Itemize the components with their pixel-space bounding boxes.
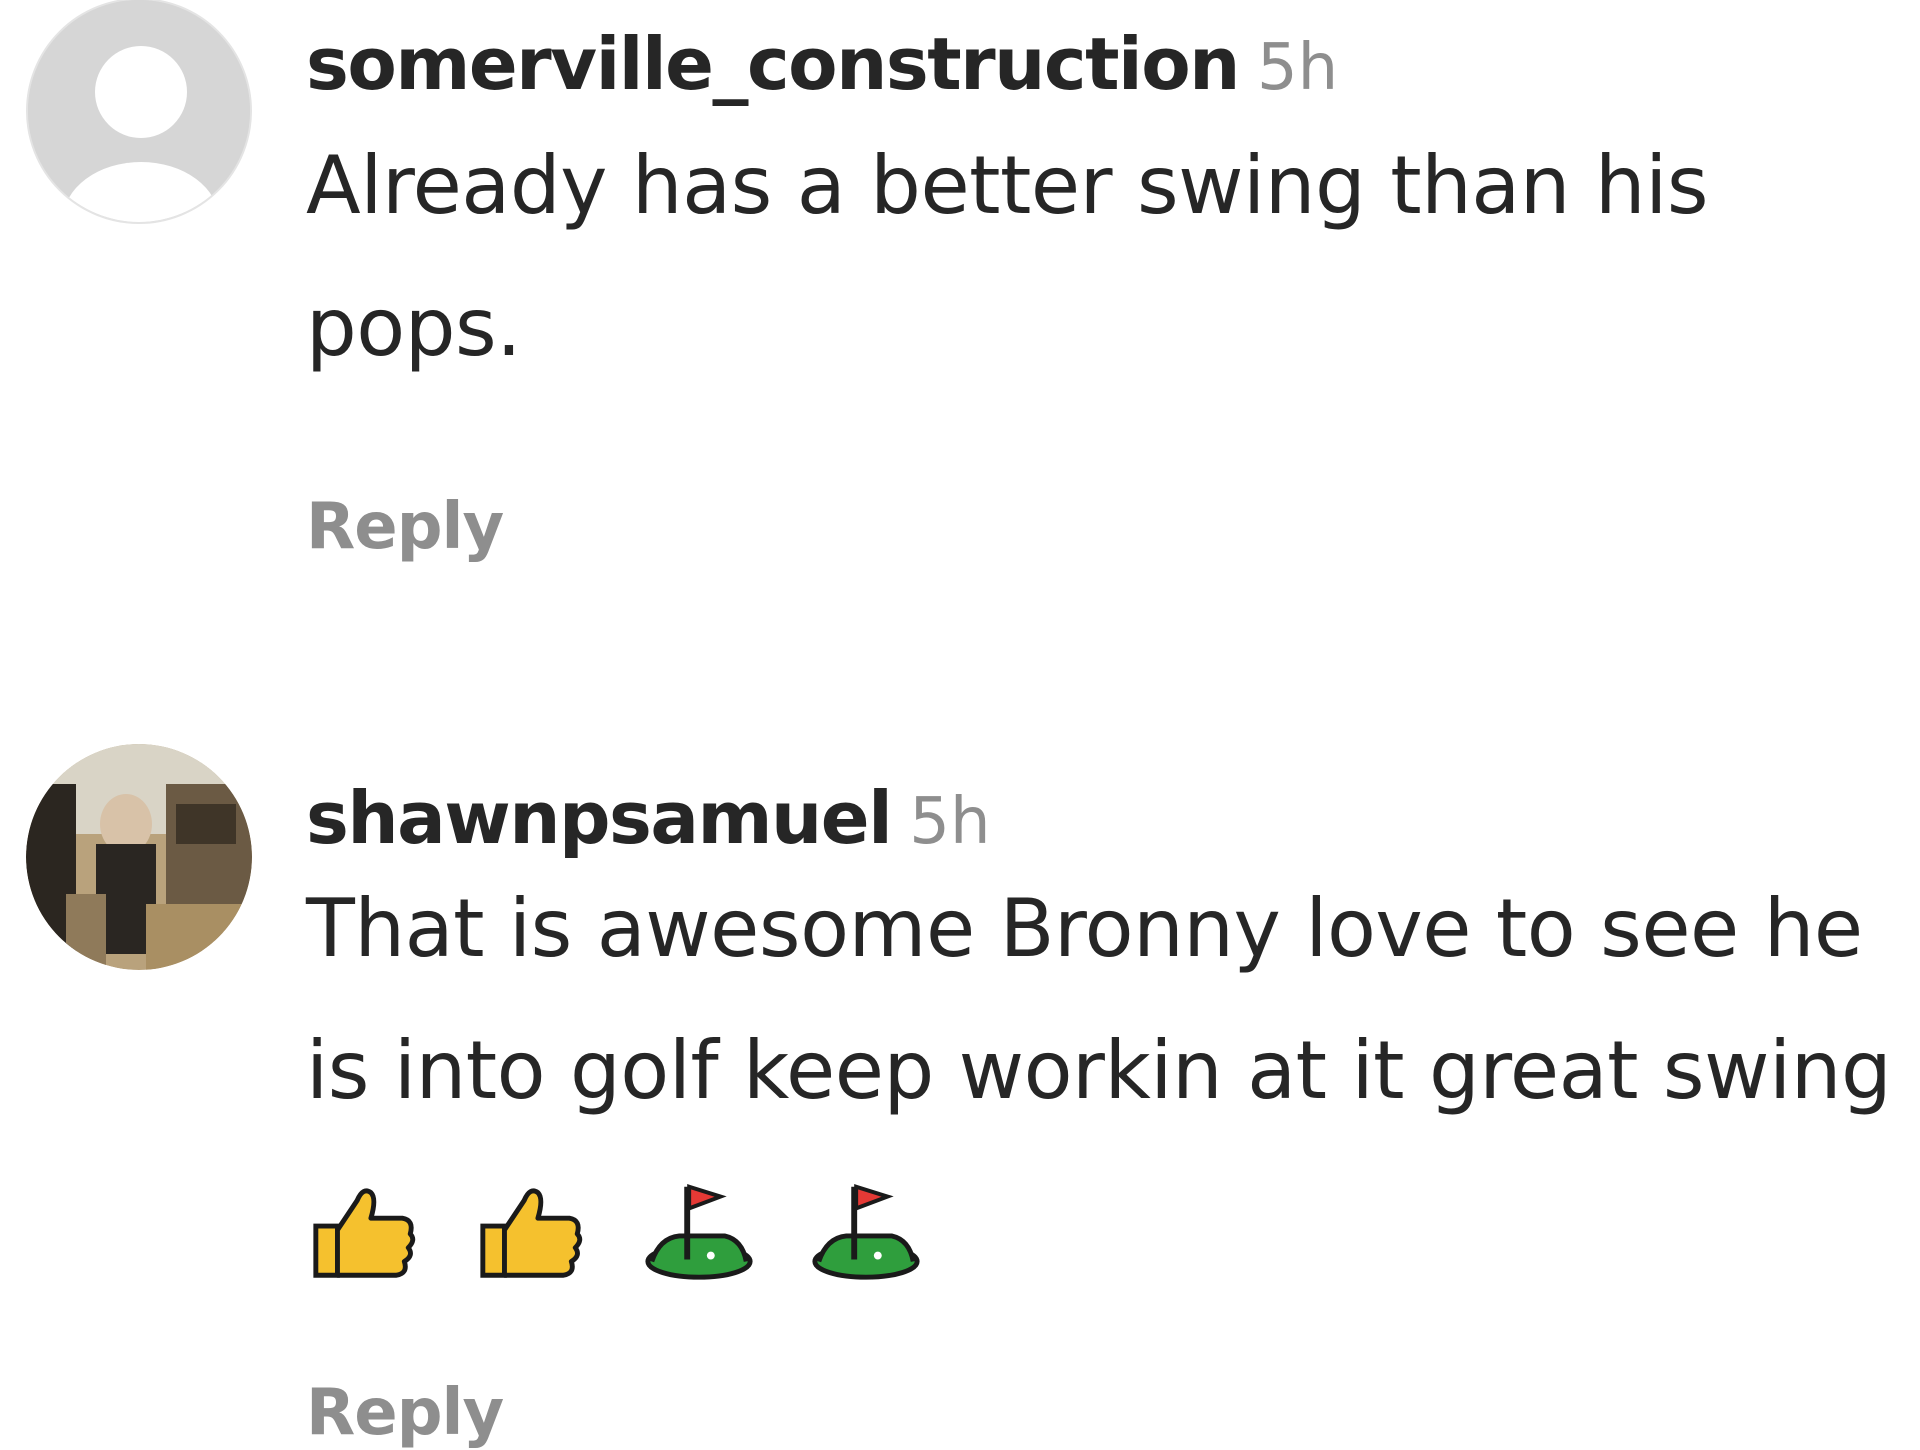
default-avatar-icon bbox=[28, 0, 250, 222]
comment-text: That is awesome Bronny love to see he is… bbox=[306, 882, 1892, 1117]
comment-content: shawnpsamuel 5h That is awesome Bronny lo… bbox=[306, 782, 1920, 1296]
golf-flag-icon bbox=[645, 1184, 753, 1280]
user-photo-avatar-icon bbox=[26, 744, 252, 970]
user-avatar[interactable] bbox=[26, 744, 252, 970]
timestamp[interactable]: 5h bbox=[909, 785, 990, 859]
user-avatar[interactable] bbox=[26, 0, 252, 224]
username-link[interactable]: somerville_construction bbox=[306, 22, 1240, 106]
thumbs-up-icon bbox=[480, 1188, 583, 1278]
comment-header: shawnpsamuel 5h bbox=[306, 782, 1920, 854]
reply-button[interactable]: Reply bbox=[306, 1376, 504, 1450]
golf-flag-icon bbox=[812, 1184, 920, 1280]
thumbs-up-icon bbox=[313, 1188, 416, 1278]
reply-button[interactable]: Reply bbox=[306, 490, 504, 564]
username-link[interactable]: shawnpsamuel bbox=[306, 776, 893, 860]
comment-content: somerville_construction 5h Already has a … bbox=[306, 28, 1920, 399]
timestamp[interactable]: 5h bbox=[1257, 31, 1338, 105]
comment-2: shawnpsamuel 5h That is awesome Bronny lo… bbox=[0, 740, 1920, 1450]
comment-text-block: That is awesome Bronny love to see he is… bbox=[306, 858, 1920, 1296]
emoji-group bbox=[306, 1154, 949, 1296]
comment-1: somerville_construction 5h Already has a … bbox=[0, 0, 1920, 700]
comment-text: Already has a better swing than his pops… bbox=[306, 139, 1709, 374]
comment-header: somerville_construction 5h bbox=[306, 28, 1920, 100]
